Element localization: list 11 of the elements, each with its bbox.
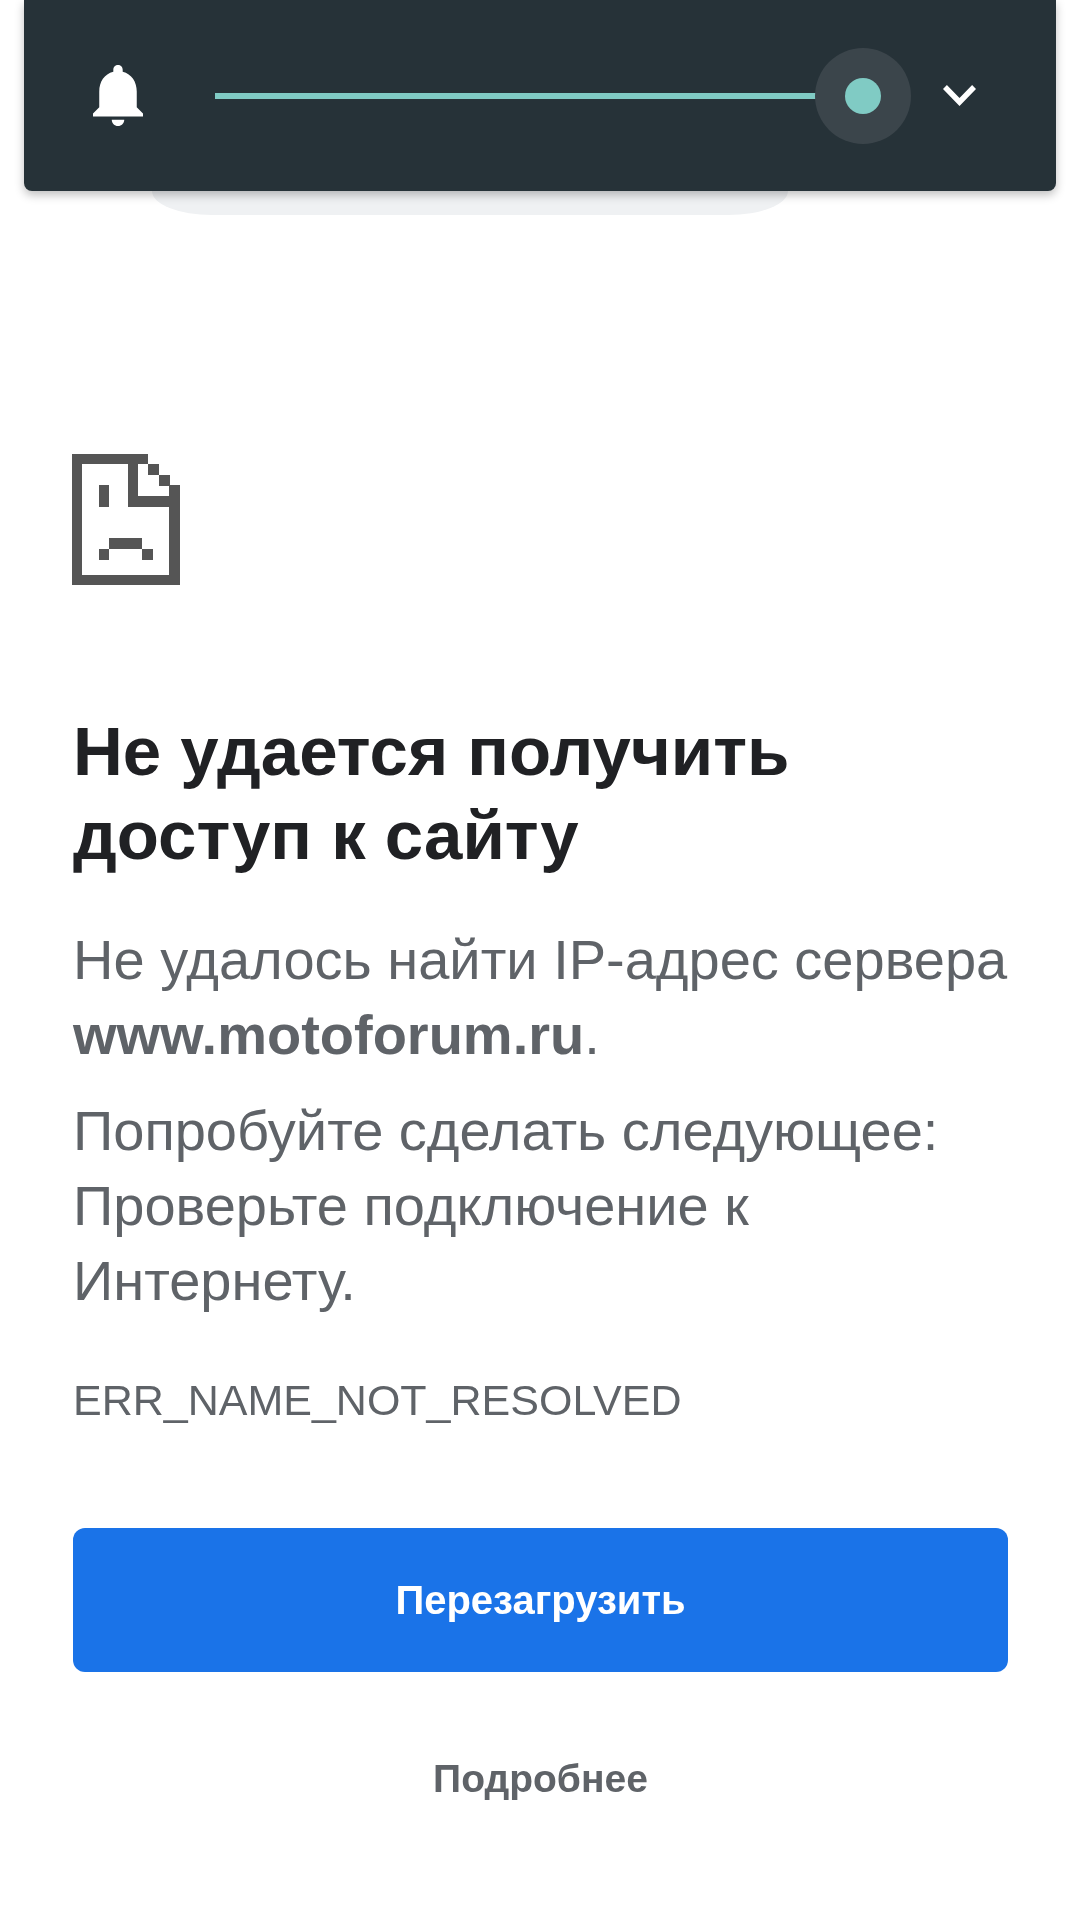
- suggestions-heading: Попробуйте сделать следующее:: [73, 1098, 940, 1164]
- sad-page-icon: [72, 454, 180, 585]
- error-message: Не удалось найти IP-адрес сервера www.motoforum.ru.: [73, 927, 1009, 1068]
- suggestion-text: Проверьте подключение к Интернету.: [73, 1173, 750, 1314]
- error-heading: Не удается получить доступ к сайту: [73, 712, 791, 876]
- volume-slider[interactable]: [215, 47, 911, 144]
- chevron-down-icon[interactable]: [943, 85, 976, 106]
- bell-icon[interactable]: [93, 65, 143, 126]
- details-button[interactable]: Подробнее: [425, 1751, 656, 1807]
- reload-button[interactable]: Перезагрузить: [73, 1528, 1008, 1672]
- error-code: ERR_NAME_NOT_RESOLVED: [73, 1375, 683, 1426]
